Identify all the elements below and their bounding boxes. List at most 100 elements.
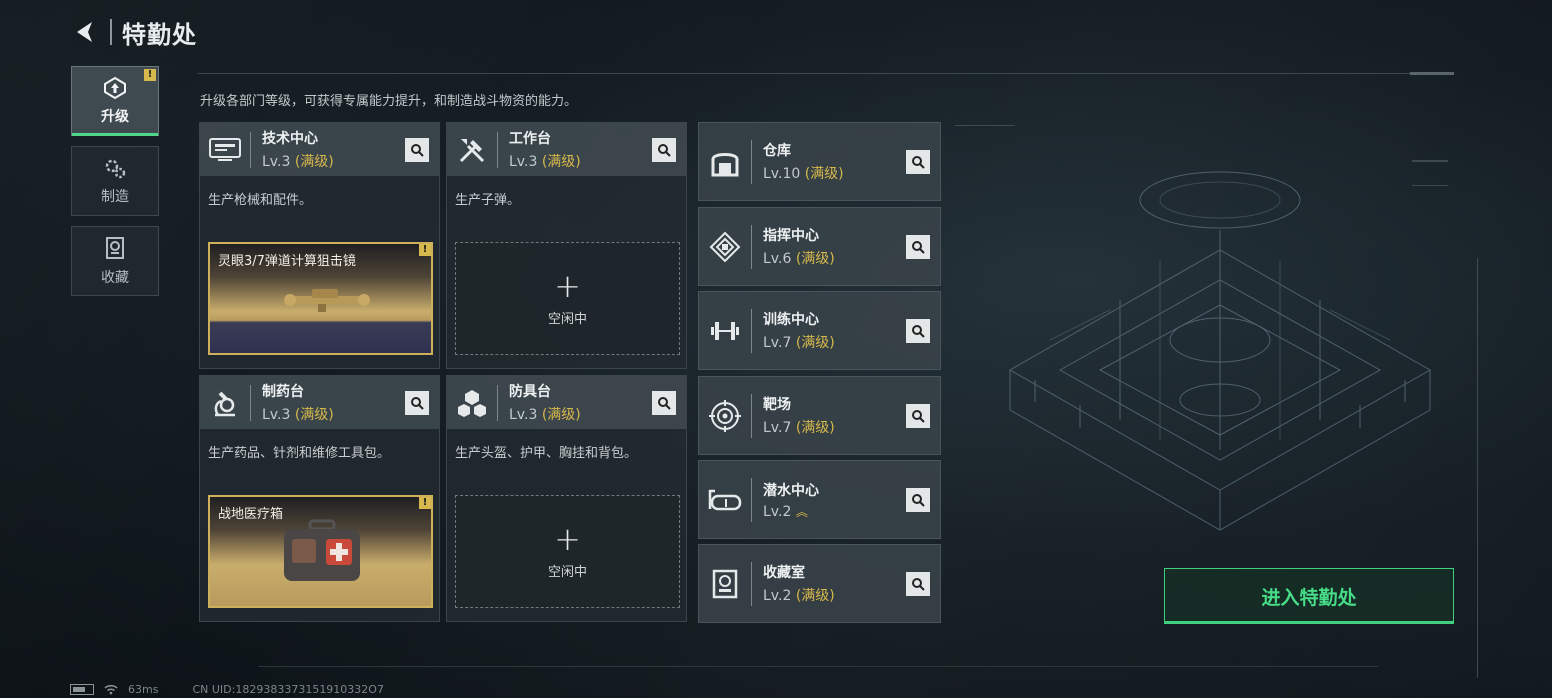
uid-label: CN UID:1829383373151910332O7 <box>192 683 384 696</box>
header-divider <box>250 131 251 168</box>
cubes-icon <box>447 376 497 429</box>
search-button[interactable] <box>906 572 930 596</box>
nav-label: 收藏 <box>101 270 129 286</box>
max-level-tag: (满级) <box>541 407 581 423</box>
production-slot-item[interactable]: ! 战地医疗箱 <box>208 495 433 608</box>
nav-item-craft[interactable]: 制造 <box>71 146 159 216</box>
facility-collection-room[interactable]: 收藏室 Lv.2 (满级) <box>698 544 941 623</box>
status-bar: 63ms CN UID:1829383373151910332O7 <box>70 683 384 696</box>
plus-icon: + <box>554 267 581 305</box>
search-button[interactable] <box>906 150 930 174</box>
facility-training-center[interactable]: 训练中心 Lv.7 (满级) <box>698 291 941 370</box>
facility-level: Lv.7 (满级) <box>763 335 835 351</box>
facility-level: Lv.2 ︽ <box>763 503 808 520</box>
battery-icon <box>70 684 94 695</box>
dept-card-armor-bench[interactable]: 防具台 Lv.3 (满级) 生产头盔、护甲、胸挂和背包。 + 空闲中 <box>446 375 687 622</box>
upgrade-icon <box>104 76 126 100</box>
search-button[interactable] <box>906 235 930 259</box>
card-header: 防具台 Lv.3 (满级) <box>447 376 686 429</box>
bottom-divider <box>258 666 1378 667</box>
dept-name: 技术中心 <box>262 131 318 147</box>
scope-item-icon <box>284 289 370 312</box>
search-icon <box>912 325 925 338</box>
max-level-tag: (满级) <box>795 335 835 351</box>
header-divider <box>110 19 112 45</box>
hud-line <box>1412 185 1448 186</box>
hud-line <box>955 125 1015 126</box>
top-divider-cap <box>1410 72 1454 75</box>
dept-level: Lv.3 (满级) <box>262 154 334 170</box>
nav-item-collection[interactable]: 收藏 <box>71 226 159 296</box>
dept-card-tech-center[interactable]: 技术中心 Lv.3 (满级) 生产枪械和配件。 ! 灵眼3/7弹道计算狙击镜 <box>199 122 440 369</box>
search-icon <box>912 241 925 254</box>
dept-card-pharmacy[interactable]: 制药台 Lv.3 (满级) 生产药品、针剂和维修工具包。 ! 战地医疗箱 <box>199 375 440 622</box>
card-header: 技术中心 Lv.3 (满级) <box>200 123 439 176</box>
warning-badge: ! <box>144 69 156 81</box>
header-divider <box>250 384 251 421</box>
dept-card-workbench[interactable]: 工作台 Lv.3 (满级) 生产子弹。 + 空闲中 <box>446 122 687 369</box>
card-header: 制药台 Lv.3 (满级) <box>200 376 439 429</box>
ping-value: 63ms <box>128 683 159 696</box>
search-icon <box>912 494 925 507</box>
facility-level: Lv.2 (满级) <box>763 588 835 604</box>
tools-icon <box>447 123 497 176</box>
dept-level: Lv.3 (满级) <box>262 407 334 423</box>
idle-label: 空闲中 <box>547 312 587 327</box>
hud-line <box>1477 258 1478 678</box>
facility-shooting-range[interactable]: 靶场 Lv.7 (满级) <box>698 376 941 455</box>
command-diamond-icon <box>699 207 751 286</box>
search-icon <box>912 156 925 169</box>
facility-level: Lv.7 (满级) <box>763 420 835 436</box>
facility-level: Lv.6 (满级) <box>763 251 835 267</box>
search-button[interactable] <box>405 391 429 415</box>
back-arrow-icon[interactable] <box>70 17 100 47</box>
page-title: 特勤处 <box>122 20 197 49</box>
search-button[interactable] <box>906 488 930 512</box>
plus-icon: + <box>554 520 581 558</box>
search-button[interactable] <box>652 391 676 415</box>
target-icon <box>699 376 751 455</box>
page-header: 特勤处 <box>70 14 197 50</box>
dept-level: Lv.3 (满级) <box>509 407 581 423</box>
search-icon <box>411 397 424 410</box>
tech-monitor-icon <box>200 123 250 176</box>
base-hologram-illustration <box>1008 171 1432 531</box>
max-level-tag: (满级) <box>795 251 835 267</box>
facility-name: 潜水中心 <box>763 482 819 499</box>
header-divider <box>751 393 752 438</box>
dept-description: 生产子弹。 <box>455 193 521 208</box>
facility-diving-center[interactable]: 潜水中心 Lv.2 ︽ <box>698 460 941 539</box>
search-button[interactable] <box>906 319 930 343</box>
production-slot-idle[interactable]: + 空闲中 <box>455 242 680 355</box>
header-divider <box>751 477 752 522</box>
search-button[interactable] <box>405 138 429 162</box>
facility-name: 收藏室 <box>763 565 805 581</box>
max-level-tag: (满级) <box>795 588 835 604</box>
enter-special-ops-button[interactable]: 进入特勤处 <box>1164 568 1454 624</box>
production-slot-idle[interactable]: + 空闲中 <box>455 495 680 608</box>
search-icon <box>912 410 925 423</box>
facility-warehouse[interactable]: 仓库 Lv.10 (满级) <box>698 122 941 201</box>
facility-command-center[interactable]: 指挥中心 Lv.6 (满级) <box>698 207 941 286</box>
facility-level: Lv.10 (满级) <box>763 166 844 182</box>
search-icon <box>912 578 925 591</box>
header-divider <box>751 224 752 269</box>
collection-room-icon <box>699 544 751 623</box>
search-button[interactable] <box>652 138 676 162</box>
page-description: 升级各部门等级，可获得专属能力提升，和制造战斗物资的能力。 <box>200 94 578 109</box>
search-button[interactable] <box>906 404 930 428</box>
upgrade-chevron-icon: ︽ <box>795 504 808 519</box>
dept-description: 生产药品、针剂和维修工具包。 <box>208 446 391 461</box>
item-name: 灵眼3/7弹道计算狙击镜 <box>218 254 356 269</box>
dept-name: 工作台 <box>509 131 551 147</box>
wifi-icon <box>104 685 118 695</box>
nav-item-upgrade[interactable]: ! 升级 <box>71 66 159 136</box>
search-icon <box>658 397 671 410</box>
production-slot-item[interactable]: ! 灵眼3/7弹道计算狙击镜 <box>208 242 433 355</box>
header-divider <box>751 139 752 184</box>
max-level-tag: (满级) <box>795 420 835 436</box>
diving-mask-icon <box>699 460 751 539</box>
facility-name: 靶场 <box>763 397 791 413</box>
hud-line <box>1412 160 1448 162</box>
facility-name: 仓库 <box>763 143 791 159</box>
